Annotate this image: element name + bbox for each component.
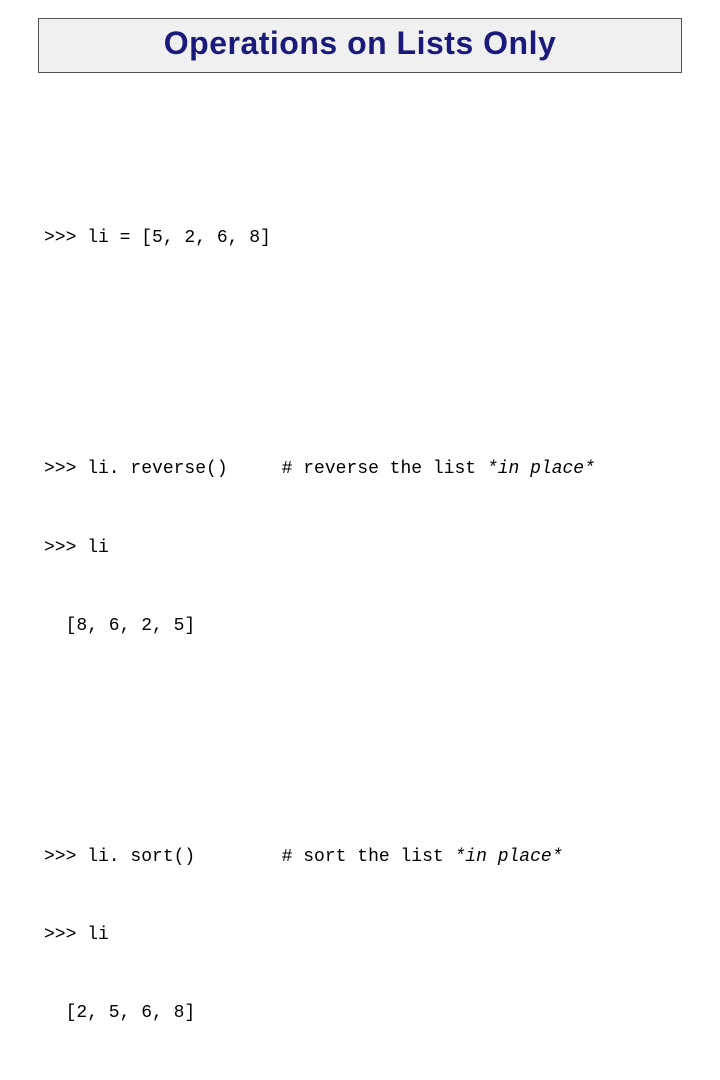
code-text: >>> li. sort() — [44, 847, 195, 867]
slide: Operations on Lists Only >>> li = [5, 2,… — [0, 18, 720, 558]
code-comment: # sort the list — [195, 847, 454, 867]
code-line: >>> li — [44, 922, 676, 948]
slide-title: Operations on Lists Only — [39, 25, 681, 62]
title-bar: Operations on Lists Only — [38, 18, 682, 73]
code-line: >>> li. reverse() # reverse the list *in… — [44, 456, 676, 482]
code-group-sort: >>> li. sort() # sort the list *in place… — [44, 791, 676, 1078]
code-comment-italic: *in place* — [487, 459, 595, 479]
code-comment-italic: *in place* — [454, 847, 562, 867]
code-block: >>> li = [5, 2, 6, 8] >>> li. reverse() … — [44, 95, 676, 1080]
code-line: >>> li. sort() # sort the list *in place… — [44, 844, 676, 870]
code-line: >>> li — [44, 535, 676, 561]
code-line: >>> li = [5, 2, 6, 8] — [44, 225, 676, 251]
code-group-reverse: >>> li. reverse() # reverse the list *in… — [44, 404, 676, 691]
code-text: >>> li. reverse() — [44, 459, 228, 479]
code-output: [8, 6, 2, 5] — [44, 613, 676, 639]
code-output: [2, 5, 6, 8] — [44, 1000, 676, 1026]
code-group-assign: >>> li = [5, 2, 6, 8] — [44, 173, 676, 303]
code-comment: # reverse the list — [228, 459, 487, 479]
